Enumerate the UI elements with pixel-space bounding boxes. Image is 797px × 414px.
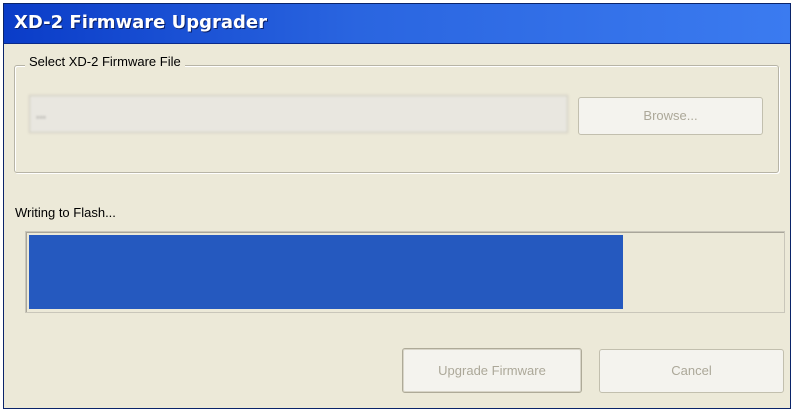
upgrader-window: XD-2 Firmware Upgrader Select XD-2 Firmw… — [3, 3, 791, 409]
firmware-file-path-field: ... — [29, 95, 568, 133]
progress-status-text: Writing to Flash... — [15, 205, 116, 220]
progress-bar-fill — [29, 235, 623, 309]
cancel-button[interactable]: Cancel — [599, 349, 784, 393]
window-title: XD-2 Firmware Upgrader — [14, 12, 268, 33]
upgrade-firmware-button[interactable]: Upgrade Firmware — [402, 348, 582, 393]
progress-bar — [25, 231, 785, 313]
firmware-file-group-label: Select XD-2 Firmware File — [25, 54, 185, 69]
browse-button[interactable]: Browse... — [578, 97, 763, 135]
title-bar[interactable]: XD-2 Firmware Upgrader — [4, 4, 790, 44]
